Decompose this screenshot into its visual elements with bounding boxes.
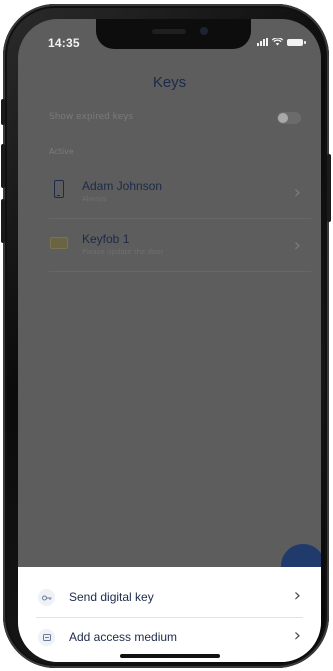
send-digital-key-button[interactable]: Send digital key › (36, 579, 303, 617)
page: 14:35 Keys Show expired keys Active Adam… (0, 0, 333, 671)
add-access-medium-button[interactable]: Add access medium › (36, 619, 303, 657)
notch (96, 19, 251, 49)
speaker (152, 29, 186, 34)
key-name: Keyfob 1 (82, 232, 130, 246)
key-item-adam-johnson[interactable]: Adam Johnson Always › (49, 171, 307, 221)
action-bottom-sheet: Send digital key › Add access medium › (18, 567, 321, 662)
silent-switch (1, 99, 5, 125)
page-title: Keys (152, 74, 187, 91)
divider (49, 218, 311, 219)
add-access-medium-label: Add access medium (69, 630, 178, 644)
power-button (327, 154, 331, 222)
section-label-active: Active (49, 147, 74, 156)
show-expired-toggle[interactable] (277, 112, 301, 124)
camera (200, 27, 208, 35)
key-icon (38, 589, 55, 606)
wifi-icon (272, 38, 283, 46)
status-icons (257, 38, 306, 46)
key-name: Adam Johnson (82, 179, 163, 193)
phone-frame: 14:35 Keys Show expired keys Active Adam… (1, 4, 331, 668)
key-subtitle: Please update the door (82, 248, 164, 256)
key-subtitle: Always (82, 195, 107, 203)
smartphone-icon (54, 180, 64, 198)
volume-up-button (1, 144, 5, 188)
chevron-right-icon: › (293, 182, 301, 203)
key-item-keyfob-1[interactable]: Keyfob 1 Please update the door › (49, 224, 307, 274)
keys-screen-dimmed[interactable]: 14:35 Keys Show expired keys Active Adam… (18, 19, 321, 662)
volume-down-button (1, 199, 5, 243)
screen: 14:35 Keys Show expired keys Active Adam… (18, 19, 321, 662)
toggle-knob (278, 113, 288, 123)
divider (36, 617, 303, 618)
keyfob-icon (50, 237, 68, 249)
access-medium-icon (38, 629, 55, 646)
battery-icon (287, 38, 306, 46)
send-digital-key-label: Send digital key (69, 590, 154, 604)
show-expired-label: Show expired keys (49, 112, 134, 122)
chevron-right-icon: › (293, 585, 301, 606)
status-time: 14:35 (48, 36, 80, 50)
chevron-right-icon: › (293, 235, 301, 256)
show-expired-row: Show expired keys (47, 109, 301, 129)
chevron-right-icon: › (293, 625, 301, 646)
signal-icon (257, 38, 268, 46)
divider (49, 271, 311, 272)
home-indicator[interactable] (119, 654, 220, 658)
